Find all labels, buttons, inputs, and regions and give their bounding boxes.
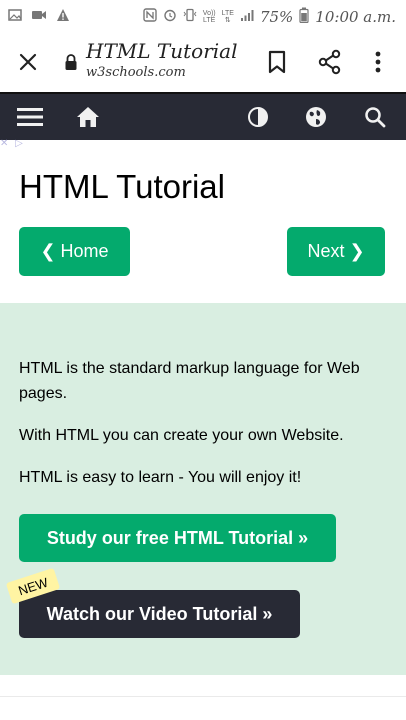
nfc-icon bbox=[143, 8, 157, 25]
intro-paragraph: With HTML you can create your own Websit… bbox=[19, 427, 344, 444]
battery-percent: 75% bbox=[259, 7, 294, 26]
photo-icon bbox=[8, 8, 22, 27]
menu-icon bbox=[17, 108, 43, 126]
alarm-icon bbox=[163, 8, 177, 25]
lte-indicator: LTE ⇅ bbox=[222, 10, 234, 24]
battery-icon bbox=[299, 7, 309, 26]
intro-section: HTML is the standard markup language for… bbox=[0, 303, 406, 675]
more-options-button[interactable] bbox=[368, 48, 388, 76]
close-icon bbox=[19, 53, 37, 71]
bookmark-button[interactable] bbox=[264, 48, 290, 76]
close-tab-button[interactable] bbox=[14, 48, 42, 76]
vibrate-icon bbox=[183, 8, 197, 25]
divider bbox=[0, 696, 406, 697]
lte-label: LTE bbox=[221, 9, 234, 17]
theme-toggle-button[interactable] bbox=[242, 94, 274, 140]
language-button[interactable] bbox=[300, 94, 332, 140]
status-bar: Vo)) LTE LTE ⇅ 75% 10:00 a.m. bbox=[0, 0, 406, 32]
site-navbar bbox=[0, 92, 406, 140]
tab-title: HTML Tutorial bbox=[86, 39, 238, 63]
video-icon bbox=[31, 8, 47, 27]
home-icon bbox=[77, 107, 99, 127]
address-url[interactable]: w3schools.com bbox=[86, 65, 186, 80]
status-right-icons: Vo)) LTE LTE ⇅ 75% 10:00 a.m. bbox=[143, 7, 396, 26]
browser-toolbar: HTML Tutorial w3schools.com bbox=[0, 32, 406, 92]
intro-paragraph: HTML is the standard markup language for… bbox=[19, 360, 360, 402]
video-tutorial-button[interactable]: Watch our Video Tutorial » bbox=[19, 590, 300, 638]
page-title: HTML Tutorial bbox=[19, 168, 225, 205]
volte-indicator: Vo)) LTE bbox=[203, 10, 216, 24]
ad-choices-icon[interactable]: ✕ ▷ bbox=[0, 138, 38, 150]
volte-label-lte: LTE bbox=[203, 16, 216, 24]
menu-button[interactable] bbox=[10, 94, 50, 140]
share-icon bbox=[318, 49, 341, 75]
globe-icon bbox=[306, 107, 326, 127]
study-tutorial-button[interactable]: Study our free HTML Tutorial » bbox=[19, 514, 336, 562]
status-left-icons bbox=[8, 8, 70, 27]
status-time: 10:00 a.m. bbox=[315, 7, 396, 26]
intro-paragraph: HTML is easy to learn - You will enjoy i… bbox=[19, 469, 302, 486]
search-button[interactable] bbox=[358, 94, 392, 140]
lock-icon bbox=[64, 53, 78, 71]
signal-icon bbox=[240, 8, 254, 25]
volte-label: Vo)) bbox=[202, 9, 216, 17]
home-nav-button[interactable] bbox=[70, 94, 106, 140]
warning-icon bbox=[56, 8, 70, 27]
search-icon bbox=[365, 107, 386, 128]
contrast-icon bbox=[248, 107, 268, 127]
next-button[interactable]: Next ❯ bbox=[287, 227, 385, 276]
home-button[interactable]: ❮ Home bbox=[19, 227, 130, 276]
more-vertical-icon bbox=[375, 51, 381, 73]
share-button[interactable] bbox=[316, 48, 344, 76]
bookmark-icon bbox=[268, 50, 286, 74]
lte-arrows: ⇅ bbox=[224, 16, 231, 24]
